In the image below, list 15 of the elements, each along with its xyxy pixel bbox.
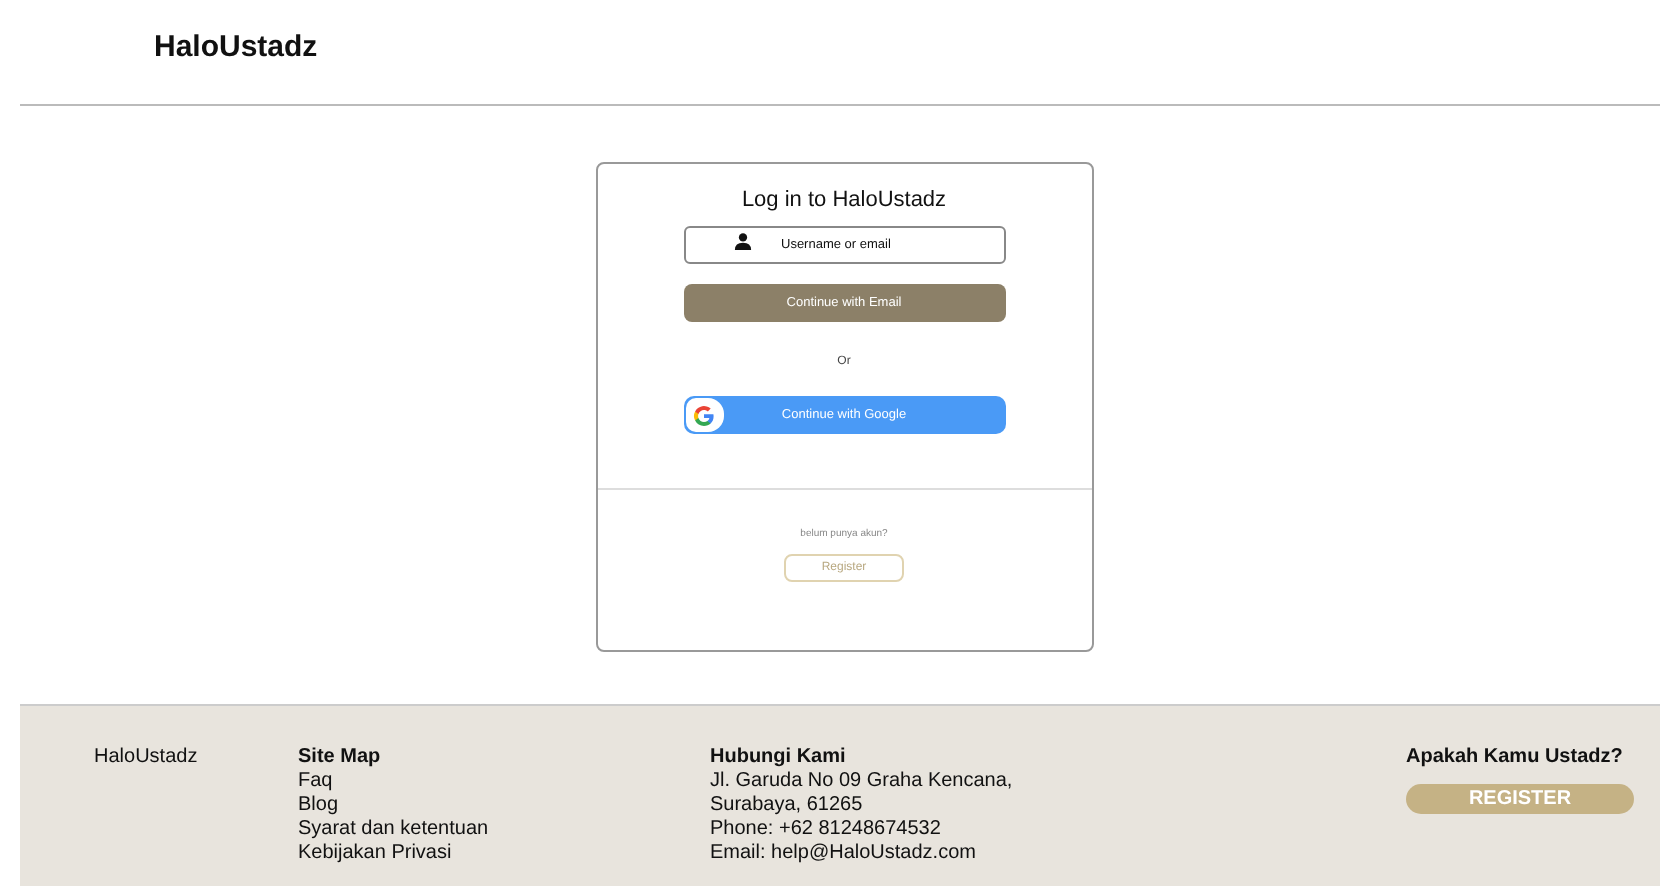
footer-heading: Site Map bbox=[298, 746, 383, 770]
contact-info: Phone: +62 81248674532 bbox=[710, 818, 943, 842]
footer-link[interactable]: Blog bbox=[298, 794, 710, 818]
site-logo[interactable]: HaloUstadz bbox=[154, 30, 318, 64]
contact-info: Surabaya, 61265 bbox=[710, 794, 865, 818]
google-icon bbox=[685, 398, 723, 432]
contact-info: Jl. Garuda No 09 Graha Kencana, bbox=[710, 770, 1015, 794]
contact-info: Email: help@HaloUstadz.com bbox=[710, 842, 978, 866]
footer-link[interactable]: Syarat dan ketentuan bbox=[298, 818, 710, 842]
footer-link[interactable]: Faq bbox=[298, 770, 710, 794]
footer-link[interactable]: Kebijakan Privasi bbox=[298, 842, 710, 866]
footer-heading: Apakah Kamu Ustadz? bbox=[1406, 746, 1625, 770]
footer-brand: HaloUstadz bbox=[94, 746, 200, 770]
login-title: Log in to HaloUstadz bbox=[741, 188, 947, 212]
footer-heading: Hubungi Kami bbox=[710, 746, 848, 770]
